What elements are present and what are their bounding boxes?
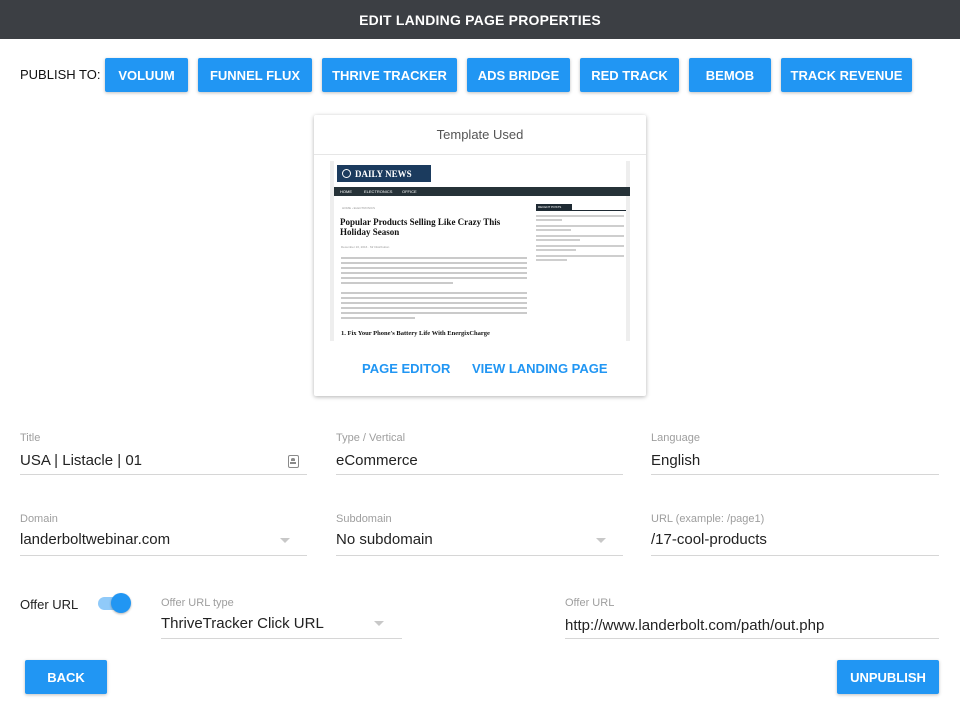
type-input[interactable]: eCommerce [336, 452, 418, 469]
template-card-header: Template Used [314, 115, 646, 155]
title-underline [20, 474, 307, 475]
offer-url-type-underline [161, 638, 402, 639]
type-label: Type / Vertical [336, 432, 406, 444]
preview-byline: December 16, 2016 · Mr Distribution [341, 245, 390, 249]
preview-nav-item: ELECTRONICS [364, 189, 393, 194]
template-card: Template Used DAILY NEWS HOME ELECTRONIC… [314, 115, 646, 396]
publish-bemob-button[interactable]: BEMOB [689, 58, 771, 92]
preview-nav-item: HOME [340, 189, 352, 194]
type-underline [336, 474, 623, 475]
chevron-down-icon[interactable] [374, 621, 384, 626]
preview-sidebar-rule [536, 210, 626, 211]
offer-url-toggle-knob[interactable] [111, 593, 131, 613]
preview-subheading: 1. Fix Your Phone's Battery Life With En… [341, 330, 490, 337]
page-editor-button[interactable]: PAGE EDITOR [362, 361, 450, 376]
dialog-title: EDIT LANDING PAGE PROPERTIES [0, 0, 960, 39]
preview-breadcrumb: HOME › ELECTRONICS [342, 206, 376, 210]
offer-url-type-label: Offer URL type [161, 597, 234, 609]
preview-logo: DAILY NEWS [337, 165, 431, 182]
publish-voluum-button[interactable]: VOLUUM [105, 58, 188, 92]
preview-nav-item: OFFICE [402, 189, 417, 194]
url-underline [651, 555, 939, 556]
language-underline [651, 474, 939, 475]
unpublish-button[interactable]: UNPUBLISH [837, 660, 939, 694]
back-button[interactable]: BACK [25, 660, 107, 694]
title-label: Title [20, 432, 41, 444]
chevron-down-icon[interactable] [596, 538, 606, 543]
language-label: Language [651, 432, 700, 444]
publish-ads-bridge-button[interactable]: ADS BRIDGE [467, 58, 570, 92]
preview-paragraph [341, 257, 527, 287]
publish-track-revenue-button[interactable]: TRACK REVENUE [781, 58, 912, 92]
contact-card-icon[interactable] [288, 455, 299, 468]
subdomain-select[interactable]: No subdomain [336, 531, 433, 548]
title-input[interactable]: USA | Listacle | 01 [20, 452, 142, 469]
url-label: URL (example: /page1) [651, 513, 765, 525]
language-input[interactable]: English [651, 452, 700, 469]
publish-thrive-tracker-button[interactable]: THRIVE TRACKER [322, 58, 457, 92]
domain-underline [20, 555, 307, 556]
preview-nav: HOME ELECTRONICS OFFICE [334, 187, 630, 196]
template-card-actions: PAGE EDITOR VIEW LANDING PAGE [314, 355, 646, 383]
preview-headline: Popular Products Selling Like Crazy This… [340, 217, 501, 237]
publish-red-track-button[interactable]: RED TRACK [580, 58, 679, 92]
domain-label: Domain [20, 513, 58, 525]
offer-url-type-select[interactable]: ThriveTracker Click URL [161, 615, 324, 632]
publish-label: PUBLISH TO: [20, 67, 101, 82]
template-preview[interactable]: DAILY NEWS HOME ELECTRONICS OFFICE HOME … [330, 161, 630, 341]
offer-url-input[interactable]: http://www.landerbolt.com/path/out.php [565, 617, 824, 634]
preview-paragraph [341, 292, 527, 322]
offer-url-label: Offer URL [565, 597, 615, 609]
url-input[interactable]: /17-cool-products [651, 531, 767, 548]
domain-select[interactable]: landerboltwebinar.com [20, 531, 170, 548]
publish-row: PUBLISH TO: VOLUUM FUNNEL FLUX THRIVE TR… [0, 58, 960, 92]
subdomain-label: Subdomain [336, 513, 392, 525]
subdomain-underline [336, 555, 623, 556]
publish-funnel-flux-button[interactable]: FUNNEL FLUX [198, 58, 312, 92]
chevron-down-icon[interactable] [280, 538, 290, 543]
offer-url-toggle-label: Offer URL [20, 597, 79, 612]
offer-url-underline [565, 638, 939, 639]
view-landing-page-button[interactable]: VIEW LANDING PAGE [472, 361, 608, 376]
globe-icon [342, 169, 351, 178]
preview-sidebar-list [536, 215, 624, 263]
preview-page: DAILY NEWS HOME ELECTRONICS OFFICE HOME … [334, 161, 630, 341]
